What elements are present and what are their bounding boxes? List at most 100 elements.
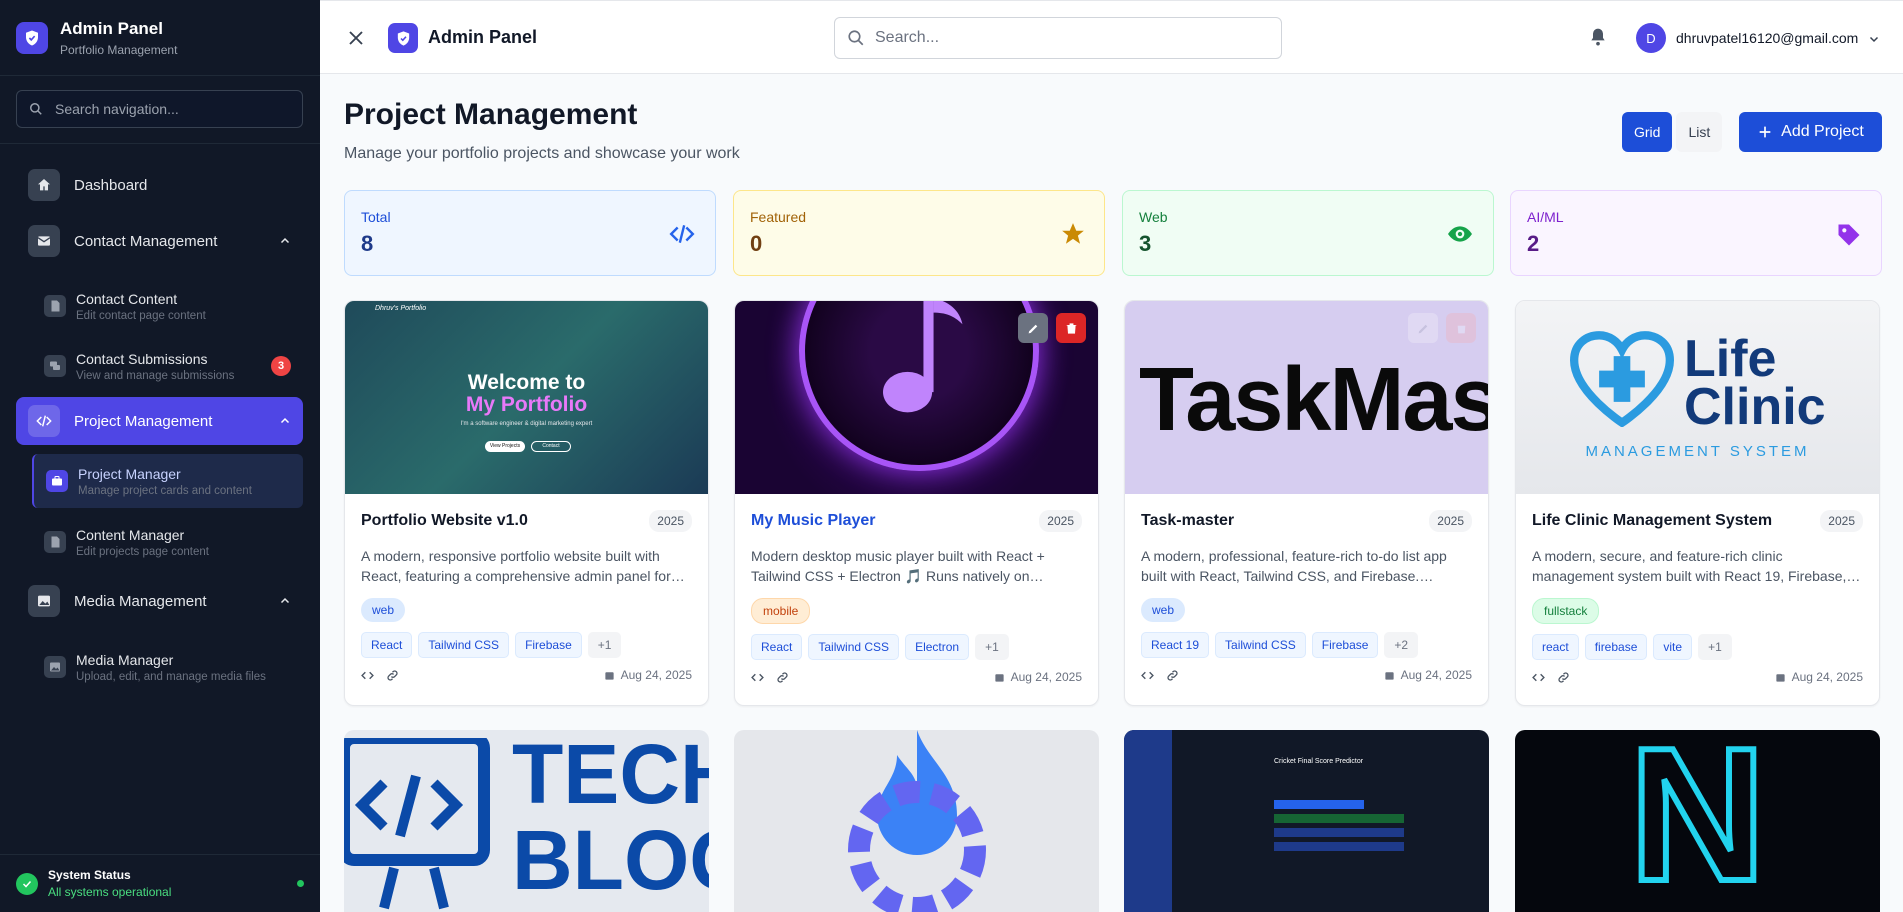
tech-tag: React bbox=[361, 632, 413, 658]
edit-button[interactable] bbox=[1018, 313, 1048, 343]
sidebar-subitem-project-manager[interactable]: Project Manager Manage project cards and… bbox=[32, 454, 303, 508]
stat-value: 8 bbox=[361, 231, 374, 256]
avatar[interactable]: D bbox=[1636, 23, 1666, 53]
tech-tags: React Tailwind CSS Firebase +1 bbox=[361, 632, 692, 658]
sidebar-item-label: Project Management bbox=[74, 412, 213, 430]
tech-tag: React 19 bbox=[1141, 632, 1210, 658]
date-text: Aug 24, 2025 bbox=[1791, 670, 1863, 684]
chevron-down-icon[interactable] bbox=[1868, 33, 1880, 45]
briefcase-icon bbox=[46, 470, 68, 492]
search-input[interactable]: Search... bbox=[834, 17, 1282, 59]
project-card[interactable]: TaskMaster Task-master 2025 A modern, pr… bbox=[1124, 300, 1489, 706]
project-card[interactable]: Life Clinic MANAGEMENT SYSTEM Life Clini… bbox=[1515, 300, 1880, 706]
nav-search-placeholder: Search navigation... bbox=[55, 101, 179, 117]
nav-search-input[interactable]: Search navigation... bbox=[16, 90, 303, 128]
project-date: Aug 24, 2025 bbox=[1775, 670, 1863, 684]
more-tags-count: +1 bbox=[975, 634, 1009, 660]
thumbnail-line1: TECH bbox=[512, 730, 709, 821]
project-title[interactable]: My Music Player bbox=[751, 512, 876, 530]
document-icon bbox=[44, 531, 66, 553]
project-description: A modern, responsive portfolio website b… bbox=[361, 548, 685, 584]
project-thumbnail: TaskMaster bbox=[1125, 301, 1488, 494]
music-note-icon bbox=[883, 301, 963, 413]
project-card[interactable]: Dhruv's Portfolio Welcome to My Portfoli… bbox=[344, 300, 709, 706]
thumbnail-letter: N bbox=[1626, 730, 1769, 912]
sidebar-subitem-content-manager[interactable]: Content Manager Edit projects page conte… bbox=[32, 516, 303, 568]
project-card[interactable]: N bbox=[1515, 730, 1880, 912]
subitem-desc: Manage project cards and content bbox=[78, 484, 252, 497]
bell-icon[interactable] bbox=[1588, 26, 1608, 53]
calendar-icon bbox=[604, 671, 614, 680]
chevron-up-icon[interactable] bbox=[279, 595, 291, 607]
year-badge: 2025 bbox=[1820, 510, 1863, 532]
project-card[interactable] bbox=[734, 730, 1099, 912]
code-icon bbox=[669, 225, 695, 243]
stat-card-aiml: AI/ML 2 bbox=[1510, 190, 1882, 276]
project-thumbnail bbox=[735, 301, 1098, 494]
code-icon[interactable] bbox=[361, 669, 374, 682]
view-toggle: Grid List bbox=[1622, 112, 1723, 152]
sidebar-item-contact-management[interactable]: Contact Management bbox=[16, 217, 303, 265]
system-status-text: All systems operational bbox=[48, 885, 172, 899]
category-badge: fullstack bbox=[1532, 598, 1600, 624]
close-sidebar-button[interactable] bbox=[344, 26, 368, 50]
code-icon[interactable] bbox=[1532, 671, 1545, 684]
stat-card-total: Total 8 bbox=[344, 190, 716, 276]
link-icon[interactable] bbox=[1166, 669, 1179, 682]
sidebar-item-media-management[interactable]: Media Management bbox=[16, 577, 303, 625]
chevron-up-icon[interactable] bbox=[279, 235, 291, 247]
sidebar-title: Admin Panel bbox=[60, 18, 163, 38]
project-card[interactable]: TECH BLOG bbox=[344, 730, 709, 912]
project-thumbnail: Dhruv's Portfolio Welcome to My Portfoli… bbox=[345, 301, 708, 494]
code-icon[interactable] bbox=[751, 671, 764, 684]
project-date: Aug 24, 2025 bbox=[604, 668, 692, 682]
sidebar-item-label: Dashboard bbox=[74, 176, 148, 194]
chevron-up-icon[interactable] bbox=[279, 415, 291, 427]
status-indicator-dot bbox=[297, 880, 304, 887]
search-icon bbox=[30, 103, 42, 115]
search-placeholder: Search... bbox=[875, 29, 940, 46]
grid-view-button[interactable]: Grid bbox=[1622, 112, 1673, 152]
more-tags-count: +1 bbox=[1698, 634, 1732, 660]
project-card[interactable]: My Music Player 2025 Modern desktop musi… bbox=[734, 300, 1099, 706]
add-project-button[interactable]: Add Project bbox=[1739, 112, 1882, 152]
sidebar-subitem-contact-submissions[interactable]: Contact Submissions View and manage subm… bbox=[32, 340, 303, 392]
more-tags-count: +1 bbox=[587, 632, 622, 658]
link-icon[interactable] bbox=[1557, 671, 1570, 684]
page-subtitle: Manage your portfolio projects and showc… bbox=[344, 145, 740, 162]
project-card[interactable]: Cricket Final Score Predictor bbox=[1124, 730, 1489, 912]
tech-tags: react firebase vite +1 bbox=[1532, 634, 1863, 660]
date-text: Aug 24, 2025 bbox=[1400, 668, 1472, 682]
link-icon[interactable] bbox=[386, 669, 399, 682]
link-icon[interactable] bbox=[776, 671, 789, 684]
sidebar-item-dashboard[interactable]: Dashboard bbox=[16, 161, 303, 209]
thumbnail-button: View Projects bbox=[485, 441, 525, 452]
project-title: Life Clinic Management System bbox=[1532, 512, 1773, 529]
thumbnail-bar bbox=[1274, 842, 1404, 851]
thumbnail-button bbox=[1274, 800, 1364, 809]
sidebar-subitem-media-manager[interactable]: Media Manager Upload, edit, and manage m… bbox=[32, 641, 303, 693]
edit-button[interactable] bbox=[1408, 313, 1438, 343]
sidebar-item-project-management[interactable]: Project Management bbox=[16, 397, 303, 445]
tech-tags: React 19 Tailwind CSS Firebase +2 bbox=[1141, 632, 1472, 658]
project-title: Portfolio Website v1.0 bbox=[361, 512, 528, 529]
close-icon bbox=[349, 31, 363, 45]
sidebar-item-label: Contact Management bbox=[74, 232, 218, 250]
code-icon[interactable] bbox=[1141, 669, 1154, 682]
thumbnail-line3: MANAGEMENT SYSTEM bbox=[1585, 443, 1810, 460]
delete-button[interactable] bbox=[1056, 313, 1086, 343]
date-text: Aug 24, 2025 bbox=[1010, 670, 1082, 684]
thumbnail-heading: Welcome to bbox=[467, 371, 586, 394]
stat-value: 0 bbox=[750, 231, 763, 256]
stat-label: AI/ML bbox=[1527, 209, 1564, 225]
delete-button[interactable] bbox=[1446, 313, 1476, 343]
calendar-icon bbox=[1775, 673, 1785, 682]
subitem-title: Media Manager bbox=[76, 651, 174, 668]
search-icon bbox=[848, 30, 864, 46]
list-view-button[interactable]: List bbox=[1676, 112, 1723, 152]
tech-tag: Firebase bbox=[1311, 632, 1379, 658]
user-email[interactable]: dhruvpatel16120@gmail.com bbox=[1676, 30, 1858, 46]
shield-icon bbox=[16, 21, 48, 54]
sidebar-subitem-contact-content[interactable]: Contact Content Edit contact page conten… bbox=[32, 280, 303, 332]
system-status: System Status All systems operational bbox=[0, 854, 320, 912]
